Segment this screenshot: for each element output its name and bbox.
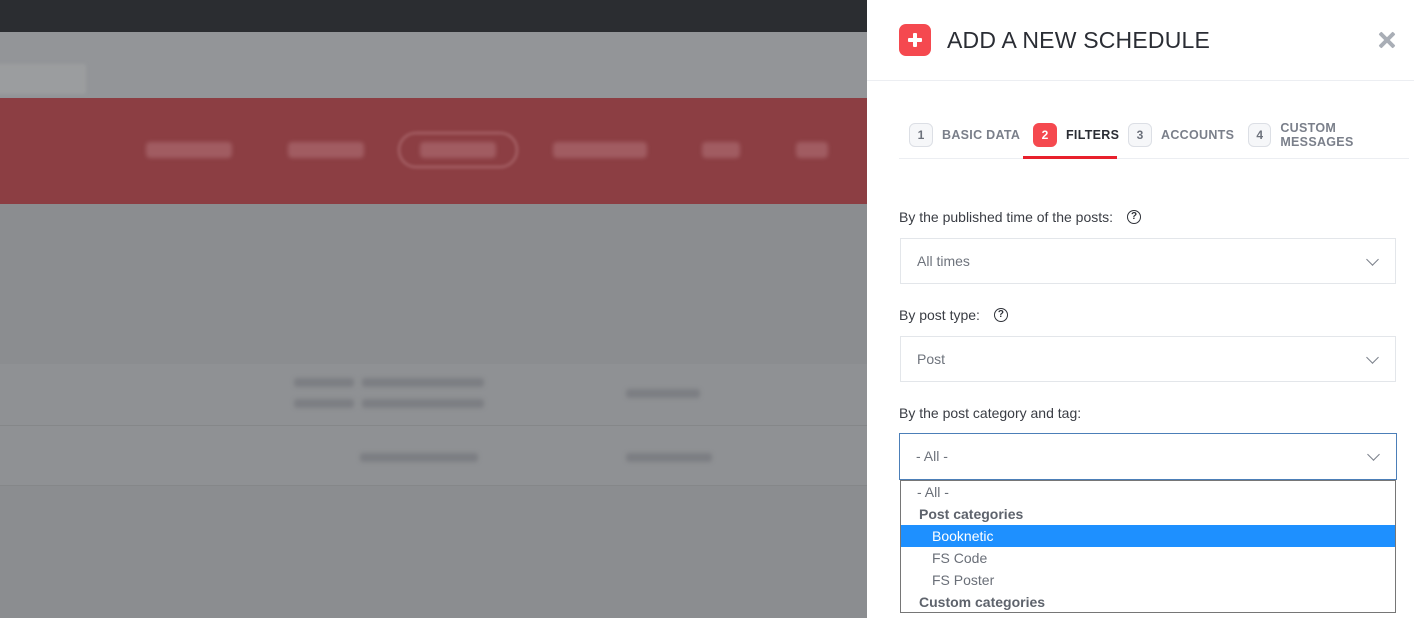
step-label: BASIC DATA [942,127,1021,142]
category-tag-value: - All - [916,448,948,464]
post-type-select[interactable]: Post [900,336,1396,382]
published-time-label-text: By the published time of the posts: [899,209,1114,225]
background-text [294,399,354,408]
dropdown-group-post-categories: Post categories [919,506,1024,522]
step-number: 4 [1248,122,1272,147]
background-panel [0,204,867,364]
background-text [362,399,484,408]
background-subbar [0,32,867,98]
background-nav-bar [0,98,867,204]
background-table-row [0,426,867,486]
dropdown-group-custom-categories: Custom categories [919,594,1046,610]
post-type-label-text: By post type: [899,307,980,323]
tab-basic-data[interactable]: 1 BASIC DATA [909,122,1020,147]
tab-filters[interactable]: 2 FILTERS [1033,122,1119,147]
step-number: 2 [1033,122,1057,147]
category-tag-select[interactable]: - All - [899,433,1397,480]
tab-accounts[interactable]: 3 ACCOUNTS [1128,122,1234,147]
step-number: 3 [1128,122,1152,147]
background-page [0,0,867,618]
published-time-value: All times [917,253,970,269]
dropdown-option-all[interactable]: - All - [901,481,1395,503]
step-label: FILTERS [1066,127,1120,142]
category-tag-label: By the post category and tag: [899,405,1081,421]
background-table-row [0,364,867,426]
post-type-value: Post [917,351,946,367]
plus-icon [899,24,931,56]
step-label: CUSTOM MESSAGES [1280,120,1354,149]
background-breadcrumb [0,64,86,94]
dropdown-option-booknetic[interactable]: Booknetic [901,525,1395,547]
drawer-header: ADD A NEW SCHEDULE [867,0,1414,81]
background-topbar [0,0,867,32]
chevron-down-icon [1366,351,1379,364]
background-text [294,378,354,387]
dropdown-option-fs-code[interactable]: FS Code [901,547,1395,569]
category-tag-label-text: By the post category and tag: [899,405,1082,421]
published-time-select[interactable]: All times [900,238,1396,284]
background-text [626,389,700,398]
add-schedule-drawer: ADD A NEW SCHEDULE 1 BASIC DATA 2 FILTER… [867,0,1414,618]
background-nav-item [146,142,232,158]
background-text [626,453,712,462]
background-text [360,453,478,462]
drawer-title: ADD A NEW SCHEDULE [947,27,1211,53]
background-nav-item [288,142,364,158]
active-tab-underline [1023,156,1117,159]
dropdown-option-fs-poster[interactable]: FS Poster [901,569,1395,591]
category-tag-dropdown: - All - Post categories Booknetic FS Cod… [900,480,1396,613]
background-nav-item [553,142,647,158]
chevron-down-icon [1366,253,1379,266]
step-tabs: 1 BASIC DATA 2 FILTERS 3 ACCOUNTS 4 CUST… [899,110,1409,159]
step-label: ACCOUNTS [1161,127,1235,142]
tab-custom-messages[interactable]: 4 CUSTOM MESSAGES [1248,120,1409,149]
question-circle-icon[interactable]: ? [993,308,1008,322]
post-type-label: By post type: ? [899,307,1008,323]
background-nav-item [702,142,740,158]
close-icon[interactable] [1375,28,1399,52]
published-time-label: By the published time of the posts: ? [899,209,1142,225]
chevron-down-icon [1367,448,1380,461]
background-nav-item [420,142,496,158]
step-number: 1 [909,122,933,147]
background-text [362,378,484,387]
question-circle-icon[interactable]: ? [1127,210,1142,224]
background-nav-item [796,142,828,158]
